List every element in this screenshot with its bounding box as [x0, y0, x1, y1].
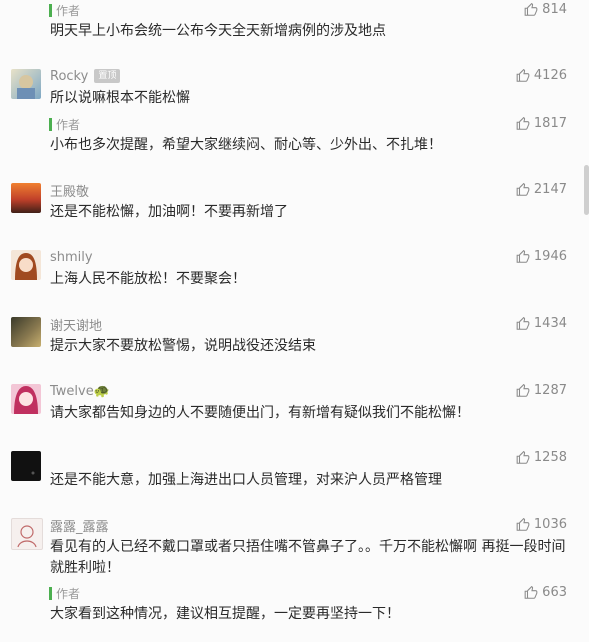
girl-avatar[interactable] [11, 250, 41, 280]
commenter-name[interactable]: 王殿敬 [50, 182, 90, 200]
like-button[interactable]: 1817 [516, 116, 567, 131]
comment-text: 提示大家不要放松警惕，说明战役还没结束 [50, 338, 316, 354]
pinned-badge: 置顶 [94, 69, 121, 83]
thumb-up-icon [516, 316, 530, 330]
sketch-avatar[interactable] [11, 518, 43, 550]
comment-text: 上海人民不能放松！不要聚会！ [50, 271, 246, 287]
commenter-name-text: shmily [50, 249, 93, 265]
commenter-name[interactable]: Twelve🐢 [50, 383, 110, 399]
like-count: 1287 [533, 383, 567, 398]
commenter-name-text: Twelve🐢 [50, 383, 110, 399]
comment-text: 看见有的人已经不戴口罩或者只捂住嘴不管鼻子了。。千万不能松懈啊 再挺一段时间就胜… [50, 539, 566, 576]
like-count: 814 [542, 2, 567, 17]
sunset-avatar[interactable] [11, 183, 41, 213]
commenter-name[interactable]: 露露_露露 [50, 517, 109, 535]
like-button[interactable]: 1434 [516, 316, 567, 331]
commenter-name[interactable]: 谢天谢地 [50, 316, 103, 334]
comment-list: 作者 814 明天早上小布会统一公布今天全天新增病例的涉及地点 Rocky 置顶… [0, 0, 589, 642]
commenter-name[interactable]: Rocky 置顶 [50, 68, 121, 84]
like-button[interactable]: 1258 [516, 450, 567, 465]
photo-avatar[interactable] [11, 317, 41, 347]
like-button[interactable]: 663 [524, 585, 567, 600]
like-button[interactable]: 1946 [516, 249, 567, 264]
commenter-name-text: 谢天谢地 [50, 318, 103, 334]
rocky-avatar[interactable] [11, 69, 41, 99]
reply-text: 小布也多次提醒，希望大家继续闷、耐心等、少外出、不扎堆！ [50, 137, 442, 153]
like-count: 663 [542, 585, 567, 600]
author-bar [49, 586, 52, 600]
like-button[interactable]: 1036 [516, 517, 567, 532]
thumb-up-icon [516, 68, 530, 82]
reply-text: 明天早上小布会统一公布今天全天新增病例的涉及地点 [50, 23, 386, 39]
thumb-up-icon [516, 116, 530, 130]
like-button[interactable]: 814 [524, 2, 567, 17]
author-tag: 作者 [49, 585, 80, 601]
thumb-up-icon [516, 182, 530, 196]
like-count: 1817 [533, 116, 567, 131]
scrollbar[interactable] [584, 165, 589, 215]
author-label: 作者 [56, 586, 81, 601]
comment-text: 所以说嘛根本不能松懈 [50, 90, 190, 106]
like-count: 4126 [533, 68, 567, 83]
thumb-up-icon [524, 2, 538, 16]
commenter-name[interactable]: shmily [50, 249, 93, 265]
like-button[interactable]: 4126 [516, 68, 567, 83]
like-count: 1946 [533, 249, 567, 264]
thumb-up-icon [524, 585, 538, 599]
author-tag: 作者 [49, 2, 80, 18]
comment-text: 还是不能大意，加强上海进出口人员管理，对来沪人员严格管理 [50, 472, 442, 488]
like-button[interactable]: 2147 [516, 182, 567, 197]
dark-avatar[interactable] [11, 451, 41, 481]
author-bar [49, 3, 52, 17]
anime-avatar[interactable] [11, 384, 41, 414]
thumb-up-icon [516, 517, 530, 531]
like-count: 1434 [533, 316, 567, 331]
comment-text: 还是不能松懈，加油啊！不要再新增了 [50, 204, 288, 220]
thumb-up-icon [516, 450, 530, 464]
thumb-up-icon [516, 383, 530, 397]
author-tag: 作者 [49, 116, 80, 132]
like-count: 1258 [533, 450, 567, 465]
commenter-name-text: 王殿敬 [50, 184, 90, 200]
commenter-name-text: Rocky [50, 68, 89, 84]
author-label: 作者 [56, 3, 81, 18]
author-label: 作者 [56, 117, 81, 132]
thumb-up-icon [516, 249, 530, 263]
commenter-name-text: 露露_露露 [50, 519, 109, 535]
reply-text: 大家看到这种情况，建议相互提醒，一定要再坚持一下！ [50, 606, 400, 622]
like-button[interactable]: 1287 [516, 383, 567, 398]
comment-text: 请大家都告知身边的人不要随便出门，有新增有疑似我们不能松懈！ [50, 405, 470, 421]
like-count: 2147 [533, 182, 567, 197]
like-count: 1036 [533, 517, 567, 532]
author-bar [49, 117, 52, 131]
